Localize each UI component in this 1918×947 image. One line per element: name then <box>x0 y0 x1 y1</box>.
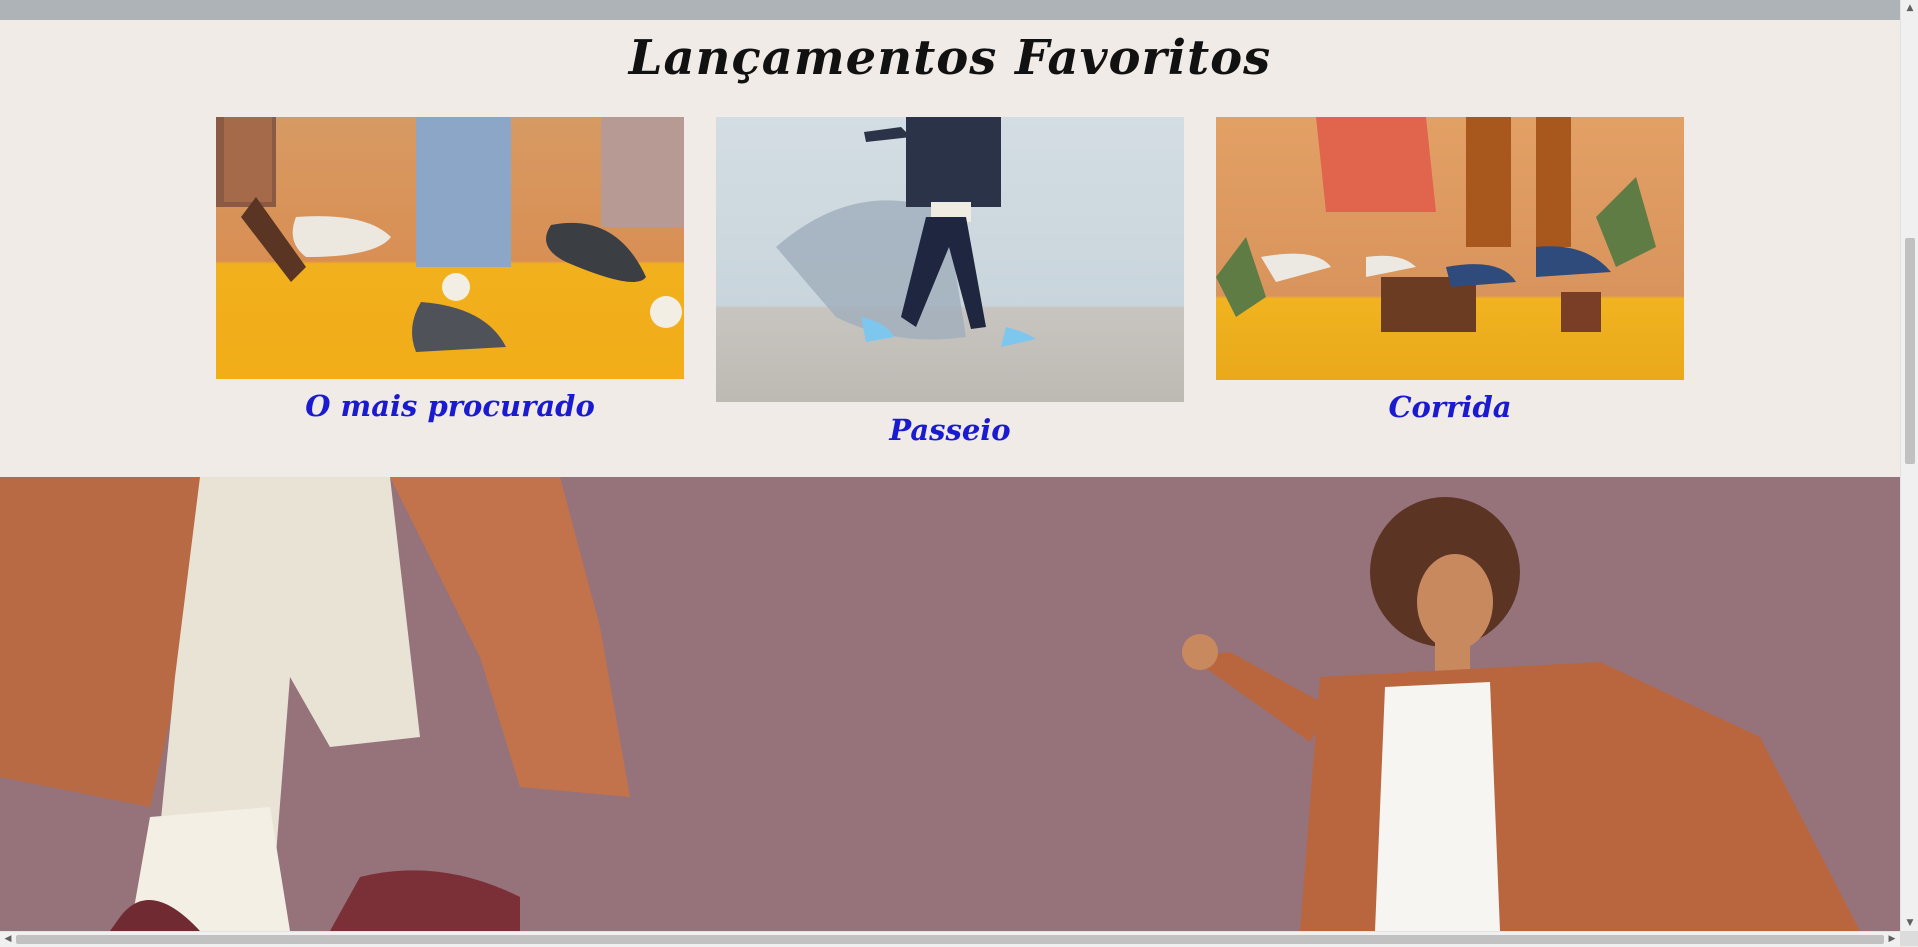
vertical-scroll-thumb[interactable] <box>1905 238 1915 464</box>
horizontal-scroll-thumb[interactable] <box>16 935 1884 944</box>
card-link-running[interactable]: Corrida <box>1216 390 1684 424</box>
section-title: Lançamentos Favoritos <box>628 30 1272 86</box>
horizontal-scrollbar[interactable]: ◀ ▶ <box>0 931 1900 947</box>
hero-banner <box>0 477 1900 931</box>
favorites-section: Lançamentos Favoritos O mais procurado P… <box>0 20 1900 477</box>
scroll-right-icon[interactable]: ▶ <box>1884 932 1900 947</box>
scroll-up-icon[interactable]: ▲ <box>1901 0 1918 16</box>
card-link-walk[interactable]: Passeio <box>716 413 1184 447</box>
card-image-running[interactable] <box>1216 117 1684 380</box>
scrollbar-corner <box>1900 931 1918 946</box>
top-bar <box>0 0 1900 20</box>
hero-image <box>0 477 1860 931</box>
card-image-most-wanted[interactable] <box>216 117 684 379</box>
vertical-scrollbar[interactable]: ▲ ▼ <box>1900 0 1918 931</box>
scroll-down-icon[interactable]: ▼ <box>1901 915 1918 931</box>
scroll-left-icon[interactable]: ◀ <box>0 932 16 947</box>
card-link-most-wanted[interactable]: O mais procurado <box>216 389 684 423</box>
card-image-walk[interactable] <box>716 117 1184 402</box>
